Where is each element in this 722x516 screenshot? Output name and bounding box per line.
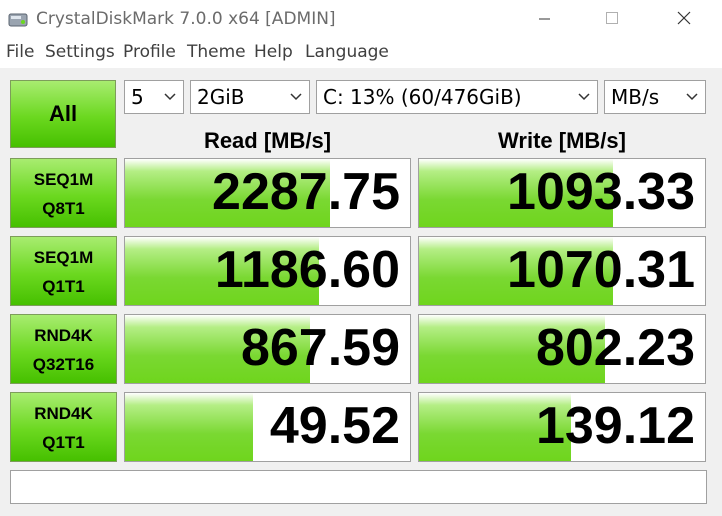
minimize-icon [539, 18, 550, 20]
write-result-value: 1070.31 [507, 241, 695, 299]
drive-value: C: 13% (60/476GiB) [323, 85, 522, 109]
test-button-seq1m-q8t1[interactable]: SEQ1M Q8T1 [10, 158, 117, 228]
window-title: CrystalDiskMark 7.0.0 x64 [ADMIN] [36, 9, 336, 29]
chevron-down-icon [290, 93, 302, 101]
test-count-value: 5 [131, 85, 144, 109]
menu-language[interactable]: Language [305, 42, 389, 62]
test-name: SEQ1M [33, 248, 94, 267]
read-result-cell: 867.59 [124, 314, 411, 384]
read-result-value: 1186.60 [214, 241, 400, 299]
read-result-cell: 2287.75 [124, 158, 411, 228]
unit-select[interactable]: MB/s [604, 80, 706, 114]
read-column-header: Read [MB/s] [203, 128, 332, 153]
test-params: Q1T1 [42, 277, 85, 296]
test-button-rnd4k-q1t1[interactable]: RND4K Q1T1 [10, 392, 117, 462]
write-result-cell: 802.23 [418, 314, 706, 384]
comment-input[interactable] [10, 470, 707, 504]
write-result-cell: 139.12 [418, 392, 706, 462]
read-result-value: 49.52 [269, 397, 400, 455]
chevron-down-icon [686, 93, 698, 101]
chevron-down-icon [164, 93, 176, 101]
menu-profile[interactable]: Profile [123, 42, 176, 62]
maximize-icon [606, 12, 618, 24]
read-result-cell: 49.52 [124, 392, 411, 462]
unit-value: MB/s [611, 85, 660, 109]
test-count-select[interactable]: 5 [124, 80, 184, 114]
drive-select[interactable]: C: 13% (60/476GiB) [316, 80, 598, 114]
write-result-value: 1093.33 [507, 163, 695, 221]
read-result-bar [125, 393, 254, 461]
benchmark-panel: All 5 2GiB C: 13% (60/476GiB) MB/s Read … [0, 68, 722, 516]
minimize-button[interactable] [514, 0, 574, 38]
test-size-select[interactable]: 2GiB [190, 80, 310, 114]
test-params: Q1T1 [42, 433, 85, 452]
test-name: SEQ1M [33, 170, 94, 189]
test-params: Q8T1 [42, 199, 85, 218]
menu-settings[interactable]: Settings [45, 42, 115, 62]
all-button[interactable]: All [10, 80, 116, 148]
menu-bar: File Settings Profile Theme Help Languag… [0, 38, 722, 68]
close-button[interactable] [654, 0, 714, 38]
maximize-button[interactable] [582, 0, 642, 38]
read-result-value: 2287.75 [212, 163, 400, 221]
test-button-rnd4k-q32t16[interactable]: RND4K Q32T16 [10, 314, 117, 384]
write-result-cell: 1093.33 [418, 158, 706, 228]
write-result-value: 139.12 [535, 397, 695, 455]
read-result-cell: 1186.60 [124, 236, 411, 306]
test-params: Q32T16 [32, 355, 95, 374]
write-column-header: Write [MB/s] [498, 128, 626, 153]
menu-file[interactable]: File [6, 42, 34, 62]
menu-help[interactable]: Help [254, 42, 293, 62]
read-result-value: 867.59 [240, 319, 400, 377]
write-result-value: 802.23 [535, 319, 695, 377]
chevron-down-icon [578, 93, 590, 101]
menu-theme[interactable]: Theme [187, 42, 246, 62]
write-result-cell: 1070.31 [418, 236, 706, 306]
disk-app-icon [8, 13, 28, 27]
title-bar: CrystalDiskMark 7.0.0 x64 [ADMIN] [0, 0, 722, 38]
test-name: RND4K [34, 326, 93, 345]
test-button-seq1m-q1t1[interactable]: SEQ1M Q1T1 [10, 236, 117, 306]
test-name: RND4K [34, 404, 93, 423]
test-size-value: 2GiB [197, 85, 245, 109]
close-icon [677, 11, 691, 25]
